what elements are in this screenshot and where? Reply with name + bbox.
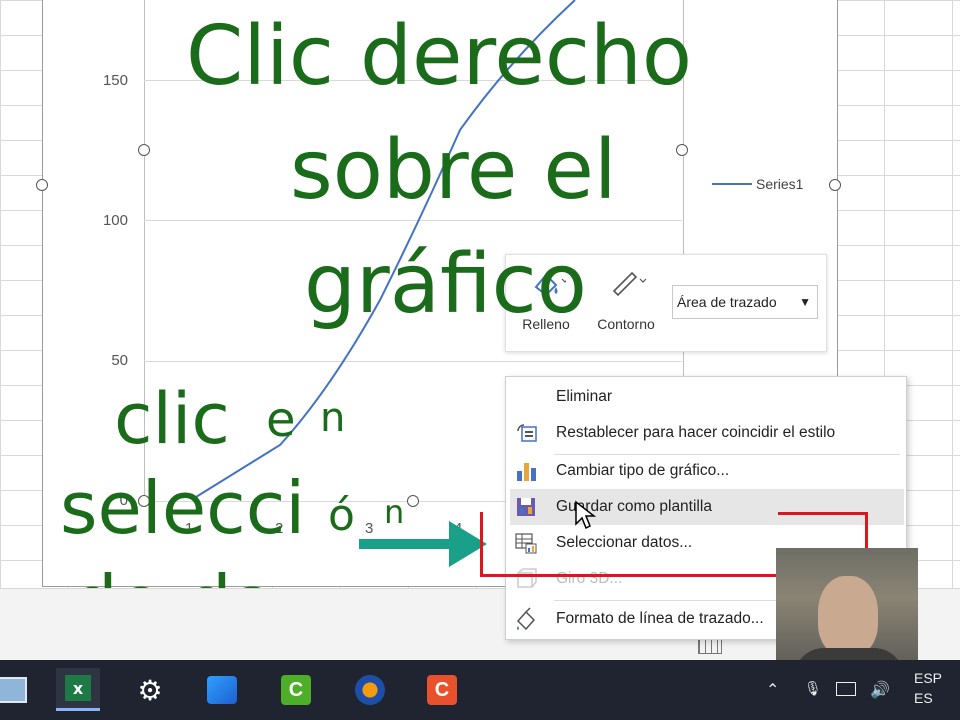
- language-code: ESP: [914, 670, 943, 686]
- bar-chart-icon: [517, 463, 536, 481]
- photos-app-icon[interactable]: [0, 670, 34, 710]
- menu-item-change-chart-type[interactable]: Cambiar tipo de gráfico...: [506, 453, 906, 489]
- annotation-title-line3: gráfico: [304, 237, 587, 332]
- annotation-hint-word: e: [266, 392, 296, 448]
- presenter-face: [818, 576, 878, 656]
- highlight-box-left: [480, 512, 483, 576]
- reset-style-icon: [517, 424, 537, 442]
- legend-series-label: Series1: [756, 176, 804, 192]
- chart-element-dropdown[interactable]: Área de trazado ▼: [672, 285, 818, 319]
- tray-chevron-icon[interactable]: ⌃: [766, 680, 779, 700]
- annotation-hint-word: ó: [328, 490, 355, 541]
- legend-series-swatch: [712, 183, 752, 185]
- menu-item-label: Giro 3D...: [556, 570, 623, 587]
- dropdown-arrow-icon: ▼: [799, 295, 811, 309]
- menu-item-delete[interactable]: Eliminar: [506, 379, 906, 415]
- outline-label: Contorno: [597, 316, 655, 332]
- excel-icon[interactable]: x: [56, 668, 100, 711]
- menu-item-label: Cambiar tipo de gráfico...: [556, 462, 730, 479]
- photos-icon[interactable]: [200, 670, 244, 710]
- menu-item-label: Formato de línea de trazado...: [556, 610, 764, 627]
- menu-item-label: Seleccionar datos...: [556, 534, 693, 551]
- select-data-icon: [515, 533, 537, 554]
- highlight-box-top: [778, 512, 868, 515]
- format-paint-icon: [516, 607, 536, 631]
- audio-app-icon[interactable]: [348, 670, 392, 710]
- webcam-overlay: [776, 548, 918, 672]
- camtasia-recorder-icon[interactable]: C: [420, 670, 464, 710]
- annotation-title-line1: Clic derecho: [186, 9, 693, 104]
- 3d-rotation-icon: [517, 568, 537, 588]
- annotation-hint-word: selecci: [60, 466, 306, 550]
- chart-resize-handle[interactable]: [829, 179, 841, 191]
- annotation-hint-word: clic: [114, 378, 230, 460]
- plot-resize-handle[interactable]: [138, 144, 150, 156]
- menu-item-save-as-template[interactable]: Guardar como plantilla: [510, 489, 904, 525]
- pen-outline-icon: [612, 271, 647, 297]
- menu-item-label: Eliminar: [556, 388, 612, 405]
- settings-gear-icon[interactable]: ⚙: [128, 670, 172, 710]
- annotation-hint-word: n: [320, 395, 346, 441]
- plot-resize-handle[interactable]: [407, 495, 419, 507]
- network-icon[interactable]: [836, 682, 856, 696]
- pointer-arrow-icon: [359, 521, 487, 567]
- menu-item-reset-style[interactable]: Restablecer para hacer coincidir el esti…: [506, 415, 906, 451]
- microphone-icon[interactable]: 🎙: [804, 680, 822, 697]
- chart-resize-handle[interactable]: [36, 179, 48, 191]
- chart-legend[interactable]: Series1: [712, 176, 803, 192]
- save-template-icon: [517, 498, 535, 516]
- keyboard-layout-code: ES: [914, 690, 933, 706]
- outline-button[interactable]: Contorno: [586, 265, 666, 332]
- chart-element-value: Área de trazado: [677, 294, 777, 310]
- camtasia-icon[interactable]: C: [274, 670, 318, 710]
- volume-icon[interactable]: 🔊: [870, 680, 890, 700]
- mouse-cursor-icon: [575, 500, 596, 530]
- annotation-title-line2: sobre el: [290, 123, 617, 218]
- menu-item-label: Restablecer para hacer coincidir el esti…: [556, 424, 836, 441]
- language-indicator[interactable]: ESP ES: [914, 668, 942, 708]
- plot-resize-handle[interactable]: [676, 144, 688, 156]
